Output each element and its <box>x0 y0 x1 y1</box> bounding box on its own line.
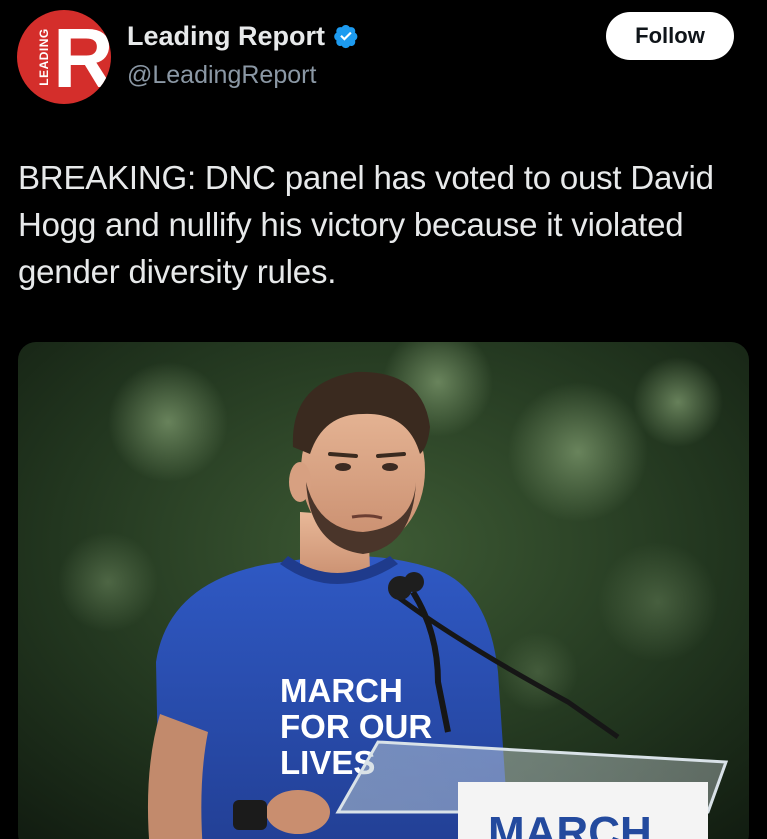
tweet-text: BREAKING: DNC panel has voted to oust Da… <box>18 159 714 290</box>
photo-illustration: MARCH FOR OUR LIVES MARCH <box>18 342 749 839</box>
author-name-row: Leading Report <box>127 18 359 54</box>
avatar[interactable]: LEADING R <box>17 10 111 104</box>
author-handle[interactable]: @LeadingReport <box>127 58 316 92</box>
podium-sign-text: MARCH <box>488 808 652 839</box>
avatar-logo-text: LEADING <box>37 28 51 86</box>
avatar-logo-letter: R <box>53 11 111 104</box>
author-display-name[interactable]: Leading Report <box>127 18 325 54</box>
tweet-card: LEADING R Leading Report @LeadingReport … <box>0 0 767 839</box>
verified-badge-icon <box>334 24 358 49</box>
shirt-line-1: MARCH <box>280 672 403 709</box>
tweet-media-image[interactable]: MARCH FOR OUR LIVES MARCH <box>18 342 749 839</box>
shirt-line-2: FOR OUR <box>280 708 432 745</box>
follow-button[interactable]: Follow <box>606 12 734 60</box>
